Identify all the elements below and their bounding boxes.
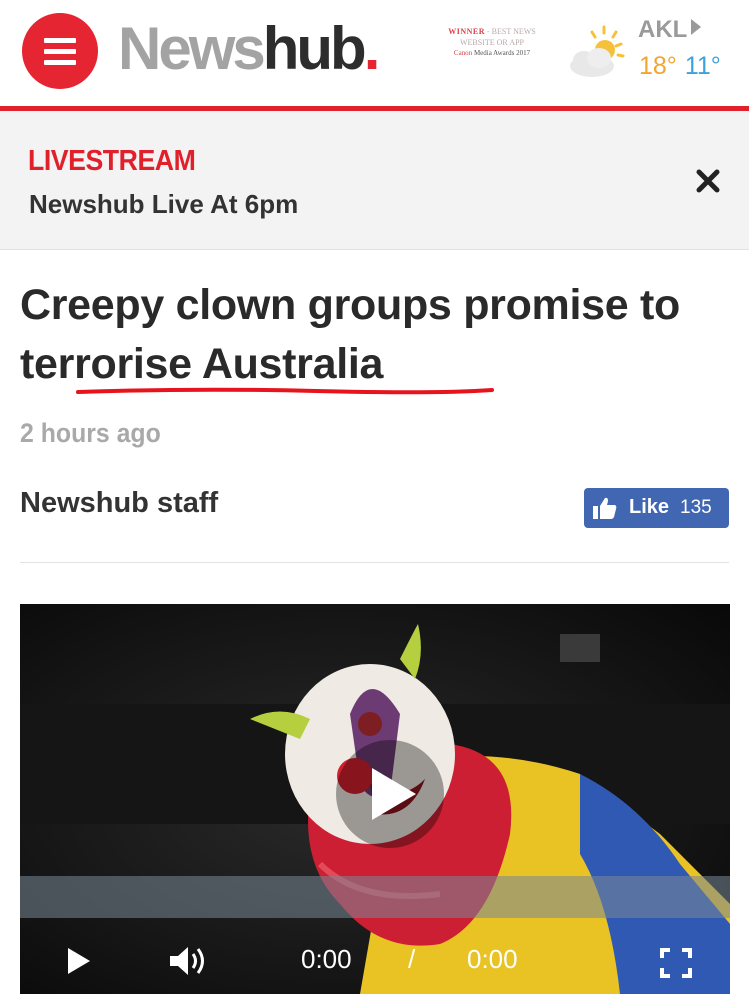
logo-hub: hub	[262, 15, 367, 82]
video-current-time: 0:00	[301, 944, 352, 974]
video-controls: 0:00 / 0:00	[20, 918, 730, 994]
logo-news: News	[118, 15, 266, 82]
video-player[interactable]: 0:00 / 0:00	[20, 604, 730, 994]
award-line3: Media Awards 2017	[473, 49, 531, 57]
hamburger-icon-bar	[44, 49, 76, 54]
like-count: 135	[680, 497, 712, 518]
hamburger-icon	[44, 38, 76, 43]
award-category: - BEST NEWS	[487, 27, 536, 36]
partly-sunny-icon	[570, 25, 625, 77]
livestream-banner[interactable]: LIVESTREAM Newshub Live At 6pm	[0, 111, 749, 250]
livestream-title: Newshub Live At 6pm	[29, 189, 299, 219]
fullscreen-icon[interactable]	[660, 948, 692, 978]
article-divider	[20, 562, 729, 563]
weather-temps: 18° 11°	[639, 52, 721, 81]
award-brand: Canon	[453, 49, 473, 57]
like-label: Like	[629, 496, 670, 518]
thumbs-up-icon	[593, 497, 617, 519]
livestream-label: LIVESTREAM	[28, 145, 196, 177]
volume-icon[interactable]	[168, 944, 210, 978]
award-winner: WINNER	[448, 27, 486, 36]
video-duration: 0:00	[467, 944, 518, 974]
play-icon[interactable]	[330, 734, 450, 854]
arrow-right-icon	[691, 19, 702, 35]
award-badge: WINNER - BEST NEWS WEBSITE OR APP Canon …	[430, 26, 554, 72]
video-time-separator: /	[408, 944, 416, 974]
article-headline: Creepy clown groups promise to terrorise…	[20, 281, 680, 388]
facebook-like-button[interactable]: Like 135	[584, 488, 729, 528]
menu-button[interactable]	[22, 13, 98, 89]
weather-city: AKL	[638, 16, 688, 43]
video-progress-bar[interactable]	[20, 876, 730, 918]
play-icon[interactable]	[66, 946, 92, 976]
temp-low: 11°	[684, 52, 721, 80]
weather-city-selector[interactable]: AKL	[638, 16, 702, 44]
award-line2: WEBSITE OR APP	[459, 38, 524, 47]
logo-dot: .	[363, 15, 381, 82]
article-timestamp: 2 hours ago	[20, 418, 161, 448]
site-header: Newshub. WINNER - BEST NEWS WEBSITE OR A…	[0, 0, 749, 106]
article-author[interactable]: Newshub staff	[20, 487, 218, 520]
temp-high: 18°	[639, 52, 677, 80]
close-icon[interactable]	[690, 163, 726, 199]
highlight-underline	[76, 387, 494, 395]
hamburger-icon-bar	[44, 60, 76, 65]
newshub-logo[interactable]: Newshub.	[118, 14, 381, 84]
